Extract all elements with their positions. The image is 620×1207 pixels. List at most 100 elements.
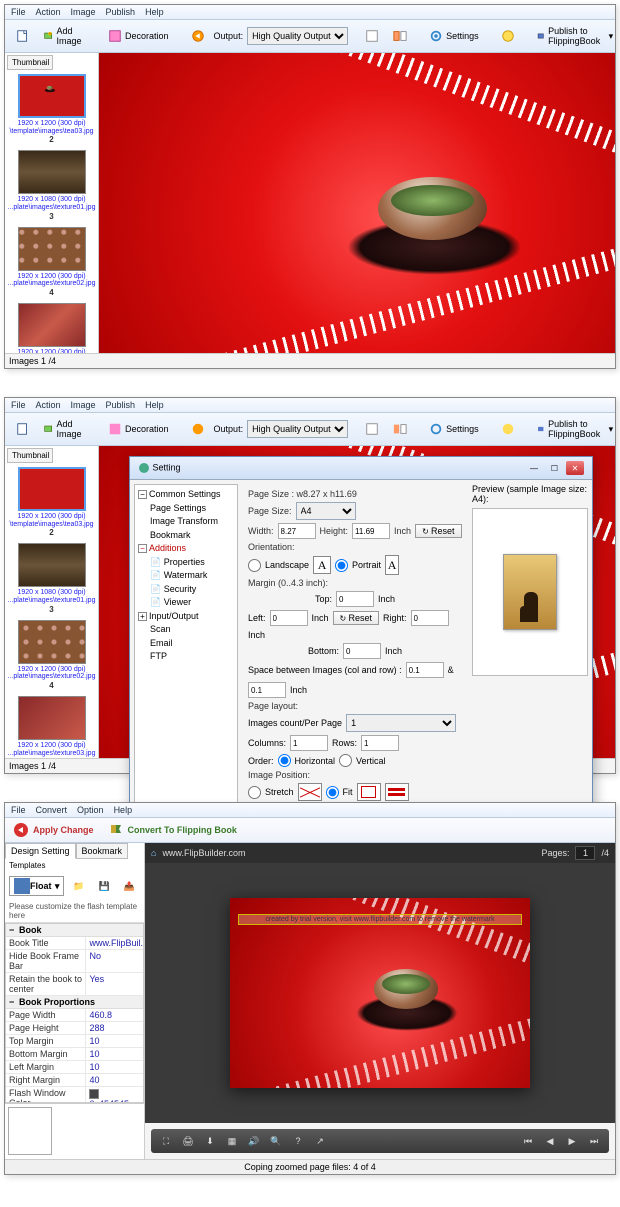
prop-group-proportions[interactable]: Book Proportions — [6, 996, 143, 1009]
zoom-icon[interactable]: 🔍 — [269, 1134, 283, 1148]
layout1-icon[interactable] — [360, 26, 384, 46]
prop-val[interactable]: No — [85, 950, 143, 972]
prop-val[interactable]: 460.8 — [85, 1009, 143, 1021]
prop-val[interactable]: 40 — [85, 1074, 143, 1086]
vertical-radio[interactable] — [339, 754, 352, 767]
thumb-item[interactable]: 1920 x 1080 (300 dpi)...plate\images\tex… — [7, 543, 96, 613]
last-page-icon[interactable]: ⏭ — [587, 1134, 601, 1148]
menu-convert[interactable]: Convert — [36, 805, 68, 815]
apply-change-button[interactable]: Apply Change — [13, 822, 94, 838]
menu-action[interactable]: Action — [36, 400, 61, 410]
tree-io[interactable]: Input/Output — [149, 611, 199, 621]
book-preview[interactable]: created by trial version, visit www.flip… — [230, 898, 530, 1088]
page-size-select[interactable]: A4 — [296, 502, 356, 520]
menu-image[interactable]: Image — [71, 400, 96, 410]
first-page-icon[interactable]: ⏮ — [521, 1134, 535, 1148]
tab-design[interactable]: Design Setting — [5, 843, 76, 859]
tree-watermark[interactable]: 📄 Watermark — [138, 569, 234, 583]
menu-publish[interactable]: Publish — [106, 7, 136, 17]
settings-button[interactable]: Settings — [424, 419, 484, 439]
tree-additions[interactable]: Additions — [149, 543, 186, 553]
portrait-radio[interactable] — [335, 559, 348, 572]
right-input[interactable] — [411, 610, 449, 626]
expand-icon[interactable]: + — [138, 612, 147, 621]
menu-publish[interactable]: Publish — [106, 400, 136, 410]
sound-icon[interactable]: 🔊 — [247, 1134, 261, 1148]
reset-button[interactable]: ↻ Reset — [415, 524, 461, 538]
collapse-icon[interactable]: − — [138, 490, 147, 499]
settings-tree[interactable]: −Common Settings Page Settings Image Tra… — [134, 484, 238, 806]
tree-viewer[interactable]: 📄 Viewer — [138, 596, 234, 610]
tree-ftp[interactable]: FTP — [138, 650, 234, 664]
expand-icon[interactable]: ⛶ — [159, 1134, 173, 1148]
minimize-icon[interactable]: — — [525, 461, 543, 475]
menu-action[interactable]: Action — [36, 7, 61, 17]
file-icon[interactable] — [11, 419, 35, 439]
bottom-input[interactable] — [343, 643, 381, 659]
prop-val[interactable]: 10 — [85, 1035, 143, 1047]
reset-margin-button[interactable]: ↻ Reset — [333, 611, 379, 625]
tree-security[interactable]: 📄 Security — [138, 583, 234, 597]
menu-option[interactable]: Option — [77, 805, 104, 815]
convert-button[interactable]: Convert To Flipping Book — [108, 822, 237, 838]
prop-val[interactable]: 0x454545 — [85, 1087, 143, 1103]
layout2-icon[interactable] — [388, 419, 412, 439]
close-icon[interactable]: ✕ — [566, 461, 584, 475]
landscape-radio[interactable] — [248, 559, 261, 572]
decoration-button[interactable]: Decoration — [103, 419, 174, 439]
layout2-icon[interactable] — [388, 26, 412, 46]
height-input[interactable] — [352, 523, 390, 539]
collapse-icon[interactable]: − — [138, 544, 147, 553]
stretch-radio[interactable] — [248, 786, 261, 799]
horizontal-radio[interactable] — [278, 754, 291, 767]
tree-bookmark[interactable]: Bookmark — [138, 529, 234, 543]
prop-val[interactable]: 10 — [85, 1048, 143, 1060]
maximize-icon[interactable]: ☐ — [545, 461, 563, 475]
help-icon[interactable]: ? — [291, 1134, 305, 1148]
rows-input[interactable] — [361, 735, 399, 751]
next-page-icon[interactable]: ▶ — [565, 1134, 579, 1148]
tree-scan[interactable]: Scan — [138, 623, 234, 637]
template-thumb[interactable] — [8, 1107, 52, 1155]
tree-page-settings[interactable]: Page Settings — [138, 502, 234, 516]
output-toggle-icon[interactable] — [186, 26, 210, 46]
menu-help[interactable]: Help — [145, 400, 164, 410]
thumb-item[interactable]: 1920 x 1200 (300 dpi)...plate\images\tex… — [7, 620, 96, 690]
output-select[interactable]: High Quality Output — [247, 27, 348, 45]
left-input[interactable] — [270, 610, 308, 626]
thumb-item[interactable]: 1920 x 1200 (300 dpi)\template\images\te… — [7, 467, 96, 537]
thumb-item[interactable]: 1920 x 1200 (300 dpi) ...plate\images\te… — [7, 227, 96, 297]
cols-input[interactable] — [290, 735, 328, 751]
print-icon[interactable]: 🖨 — [181, 1134, 195, 1148]
thumbnails-icon[interactable]: ▦ — [225, 1134, 239, 1148]
tab-bookmark[interactable]: Bookmark — [76, 843, 129, 859]
home-icon[interactable]: ⌂ — [151, 848, 156, 858]
menu-help[interactable]: Help — [114, 805, 133, 815]
thumb-item[interactable]: 1920 x 1200 (300 dpi) \template\images\t… — [7, 74, 96, 144]
thumbnail-list[interactable]: 1920 x 1200 (300 dpi)\template\images\te… — [5, 465, 98, 758]
add-image-button[interactable]: Add Image — [39, 416, 91, 442]
prop-val[interactable]: 288 — [85, 1022, 143, 1034]
tree-email[interactable]: Email — [138, 637, 234, 651]
stage[interactable]: created by trial version, visit www.flip… — [145, 863, 615, 1123]
property-grid[interactable]: Book Book Titlewww.FlipBuil... Hide Book… — [5, 923, 144, 1103]
menu-help[interactable]: Help — [145, 7, 164, 17]
prop-group-book[interactable]: Book — [6, 924, 143, 937]
thumb-item[interactable]: 1920 x 1080 (300 dpi) ...plate\images\te… — [7, 150, 96, 220]
menu-file[interactable]: File — [11, 400, 26, 410]
width-input[interactable] — [278, 523, 316, 539]
layout1-icon[interactable] — [360, 419, 384, 439]
tpl-action3-icon[interactable]: 📤 — [119, 878, 140, 895]
download-icon[interactable]: ⬇ — [203, 1134, 217, 1148]
thumbnail-tab[interactable]: Thumbnail — [7, 55, 53, 70]
add-image-button[interactable]: Add Image — [39, 23, 91, 49]
thumbnail-list[interactable]: 1920 x 1200 (300 dpi) \template\images\t… — [5, 72, 98, 353]
top-input[interactable] — [336, 591, 374, 607]
prop-val[interactable]: 10 — [85, 1061, 143, 1073]
prev-page-icon[interactable]: ◀ — [543, 1134, 557, 1148]
prop-val[interactable]: www.FlipBuil... — [85, 937, 143, 949]
canvas[interactable] — [99, 53, 615, 353]
menu-file[interactable]: File — [11, 7, 26, 17]
output-toggle-icon[interactable] — [186, 419, 210, 439]
publish-button[interactable]: Publish to FlippingBook ▾ — [532, 23, 619, 49]
